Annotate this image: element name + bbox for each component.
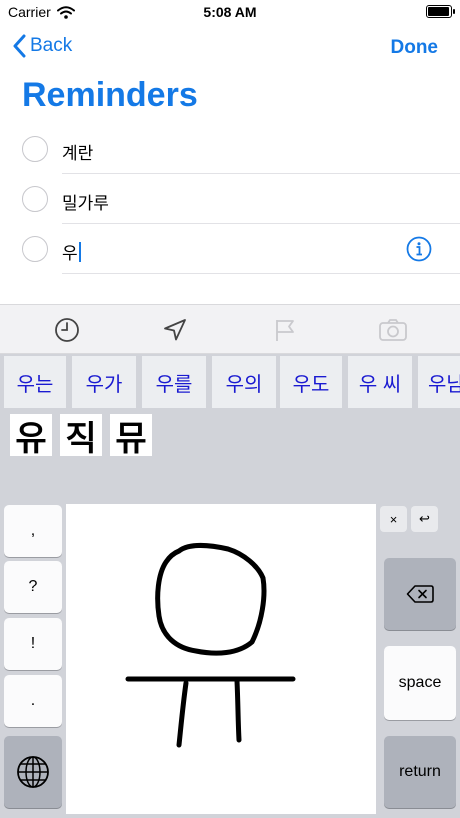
reminder-input-text: 우: [62, 244, 78, 263]
handwriting-strokes: [125, 543, 296, 748]
done-button[interactable]: Done: [391, 37, 439, 59]
back-button[interactable]: Back: [12, 34, 72, 58]
list-item-editing: 우: [0, 224, 460, 274]
candidate-bar: 우는 우가 우를 우의 우도 우 씨 우남: [0, 354, 460, 410]
delete-key[interactable]: [384, 558, 456, 630]
suggestion-char[interactable]: 뮤: [110, 414, 152, 458]
divider: [62, 273, 460, 274]
handwriting-canvas[interactable]: [66, 504, 376, 814]
chevron-left-icon: [13, 34, 26, 58]
status-time: 5:08 AM: [203, 4, 257, 20]
reminder-input[interactable]: 우: [62, 239, 81, 264]
undo-stroke-button[interactable]: ↩: [411, 506, 438, 532]
punctuation-key[interactable]: ,: [4, 505, 62, 557]
candidate-item[interactable]: 우를: [142, 356, 206, 408]
clear-canvas-button[interactable]: ×: [380, 506, 407, 532]
status-bar: Carrier 5:08 AM: [0, 0, 460, 24]
nav-bar: Back Done: [0, 28, 460, 68]
candidate-item[interactable]: 우 씨: [348, 356, 412, 408]
back-label: Back: [30, 35, 73, 56]
complete-toggle[interactable]: [22, 236, 48, 262]
reminder-text[interactable]: 계란: [62, 139, 93, 164]
battery-fill: [428, 7, 449, 16]
globe-key[interactable]: [4, 736, 62, 808]
punctuation-key[interactable]: !: [4, 618, 62, 670]
reminder-toolbar: [0, 304, 460, 354]
delete-backward-icon: [406, 585, 434, 603]
text-caret: [78, 242, 81, 262]
candidate-item[interactable]: 우가: [72, 356, 136, 408]
suggestion-char[interactable]: 유: [10, 414, 52, 458]
suggestion-char[interactable]: 직: [60, 414, 102, 458]
reminder-text[interactable]: 밀가루: [62, 189, 109, 214]
list-item: 계란: [0, 124, 460, 174]
globe-icon: [17, 756, 49, 788]
punctuation-key[interactable]: ?: [4, 561, 62, 613]
space-key[interactable]: space: [384, 646, 456, 720]
complete-toggle[interactable]: [22, 136, 48, 162]
location-icon[interactable]: [162, 317, 188, 343]
punctuation-key[interactable]: .: [4, 675, 62, 727]
page-title: Reminders: [22, 76, 198, 114]
candidate-item[interactable]: 우의: [212, 356, 276, 408]
clock-icon[interactable]: [54, 317, 80, 343]
battery-icon: [426, 5, 455, 18]
info-icon[interactable]: [406, 236, 432, 262]
list-item: 밀가루: [0, 174, 460, 224]
candidate-item[interactable]: 우남: [418, 356, 460, 408]
complete-toggle[interactable]: [22, 186, 48, 212]
return-key[interactable]: return: [384, 736, 456, 808]
reminders-list: 계란 밀가루 우: [0, 124, 460, 274]
flag-icon[interactable]: [272, 317, 298, 343]
candidate-item[interactable]: 우는: [4, 356, 66, 408]
candidate-item[interactable]: 우도: [280, 356, 342, 408]
camera-icon[interactable]: [378, 317, 408, 343]
